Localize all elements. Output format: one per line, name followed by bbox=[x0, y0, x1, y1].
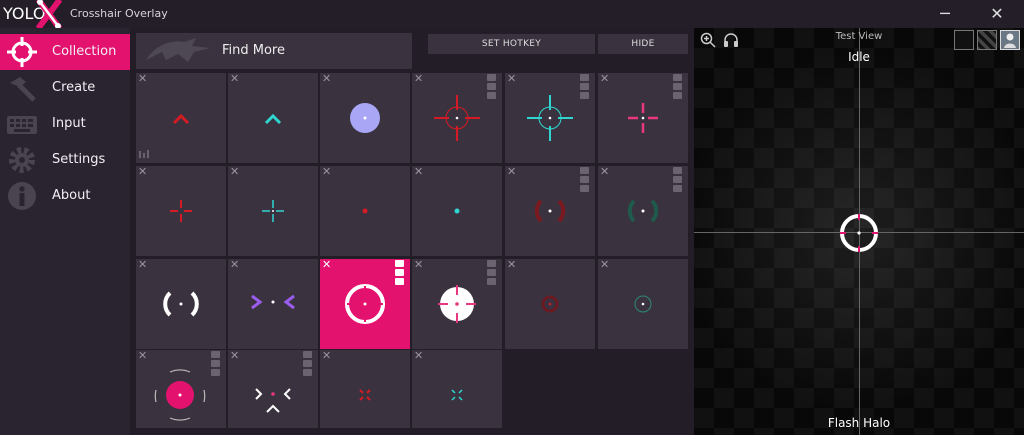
app-title: Crosshair Overlay bbox=[70, 7, 168, 20]
set-hotkey-button[interactable]: SET HOTKEY bbox=[428, 34, 595, 54]
crosshair-tile[interactable]: ✕ bbox=[412, 73, 502, 163]
sidebar-item-label: Input bbox=[52, 116, 86, 131]
background-black-option[interactable] bbox=[954, 30, 974, 50]
minimize-button[interactable]: ─ bbox=[930, 4, 960, 23]
sidebar-item-label: About bbox=[52, 188, 91, 203]
crosshair-icon bbox=[7, 37, 37, 67]
background-image-option[interactable] bbox=[1000, 30, 1020, 50]
find-more-button[interactable]: Find More bbox=[136, 33, 412, 69]
find-more-label: Find More bbox=[222, 43, 285, 58]
crosshair-tile-selected[interactable]: ✕ bbox=[320, 259, 410, 349]
gear-icon bbox=[9, 147, 35, 173]
crosshair-tile[interactable]: ✕ bbox=[320, 73, 410, 163]
sidebar: Collection Create Input Settings About bbox=[0, 28, 130, 435]
crosshair-tile[interactable]: ✕ bbox=[136, 259, 226, 349]
crosshair-tile[interactable]: ✕ bbox=[320, 166, 410, 256]
crosshair-preview bbox=[527, 95, 573, 141]
crosshair-preview bbox=[627, 199, 659, 223]
crosshair-preview bbox=[350, 103, 380, 133]
sidebar-item-about[interactable]: About bbox=[0, 178, 130, 214]
crosshair-preview bbox=[454, 208, 460, 214]
crosshair-preview bbox=[262, 200, 284, 222]
sidebar-item-label: Settings bbox=[52, 152, 106, 167]
crosshair-preview bbox=[451, 389, 463, 401]
crosshair-tile[interactable]: ✕ bbox=[505, 259, 595, 349]
crosshair-preview bbox=[362, 208, 368, 214]
crosshair-preview-large bbox=[840, 214, 878, 252]
test-view-title: Test View bbox=[835, 31, 883, 42]
crosshair-tile[interactable]: ✕ bbox=[228, 73, 318, 163]
hide-button[interactable]: HIDE bbox=[598, 34, 688, 54]
stats-icon bbox=[139, 150, 149, 158]
crosshair-tile[interactable]: ✕ bbox=[136, 166, 226, 256]
sidebar-item-create[interactable]: Create bbox=[0, 70, 130, 106]
crosshair-preview bbox=[634, 295, 652, 313]
test-view-crosshair-name: Flash Halo bbox=[827, 416, 891, 430]
crosshair-preview bbox=[345, 284, 385, 324]
sidebar-item-settings[interactable]: Settings bbox=[0, 142, 130, 178]
crosshair-tile[interactable]: ✕ bbox=[136, 73, 226, 163]
crosshair-tile[interactable]: ✕ bbox=[598, 166, 688, 256]
crosshair-preview bbox=[534, 199, 566, 223]
sidebar-item-collection[interactable]: Collection bbox=[0, 34, 130, 70]
hammer-icon bbox=[10, 77, 36, 102]
sidebar-item-label: Collection bbox=[52, 44, 117, 59]
crosshair-tile[interactable]: ✕ bbox=[505, 73, 595, 163]
crosshair-preview bbox=[359, 389, 371, 401]
crosshair-preview bbox=[628, 103, 658, 133]
crosshair-tile[interactable]: ✕ bbox=[320, 350, 410, 428]
crosshair-tile[interactable]: ✕ bbox=[505, 166, 595, 256]
app-window: YOLO Crosshair Overlay ─ ✕ Collection Cr… bbox=[0, 0, 1024, 435]
crosshair-preview bbox=[163, 291, 199, 317]
crosshair-preview bbox=[434, 95, 480, 141]
crosshair-tile[interactable]: ✕ bbox=[228, 259, 318, 349]
title-bar: YOLO Crosshair Overlay ─ ✕ bbox=[0, 0, 1024, 28]
close-button[interactable]: ✕ bbox=[982, 4, 1012, 23]
sidebar-item-input[interactable]: Input bbox=[0, 106, 130, 142]
dragon-icon bbox=[146, 38, 210, 62]
crosshair-preview bbox=[251, 294, 295, 310]
crosshair-tile[interactable]: ✕ bbox=[412, 166, 502, 256]
crosshair-tile[interactable]: ✕ bbox=[136, 350, 226, 428]
keyboard-icon bbox=[7, 116, 37, 134]
test-view-panel: Test View Idle Flash Halo bbox=[694, 28, 1024, 435]
logo-x-icon bbox=[35, 0, 63, 28]
crosshair-tile[interactable]: ✕ bbox=[598, 259, 688, 349]
player-image-icon bbox=[1004, 33, 1016, 48]
crosshair-preview bbox=[154, 369, 206, 421]
crosshair-preview bbox=[170, 200, 192, 222]
crosshair-tile[interactable]: ✕ bbox=[412, 350, 502, 428]
crosshair-tile[interactable]: ✕ bbox=[228, 166, 318, 256]
crosshair-preview bbox=[264, 113, 282, 125]
crosshair-preview bbox=[438, 285, 476, 323]
crosshair-tile[interactable]: ✕ bbox=[412, 259, 502, 349]
crosshair-preview bbox=[255, 388, 291, 413]
sidebar-item-label: Create bbox=[52, 80, 96, 95]
crosshair-preview bbox=[541, 295, 559, 313]
test-view-state: Idle bbox=[848, 50, 870, 64]
background-checker-option[interactable] bbox=[977, 30, 997, 50]
crosshair-tile[interactable]: ✕ bbox=[228, 350, 318, 428]
info-icon bbox=[8, 182, 36, 210]
crosshair-tile[interactable]: ✕ bbox=[598, 73, 688, 163]
